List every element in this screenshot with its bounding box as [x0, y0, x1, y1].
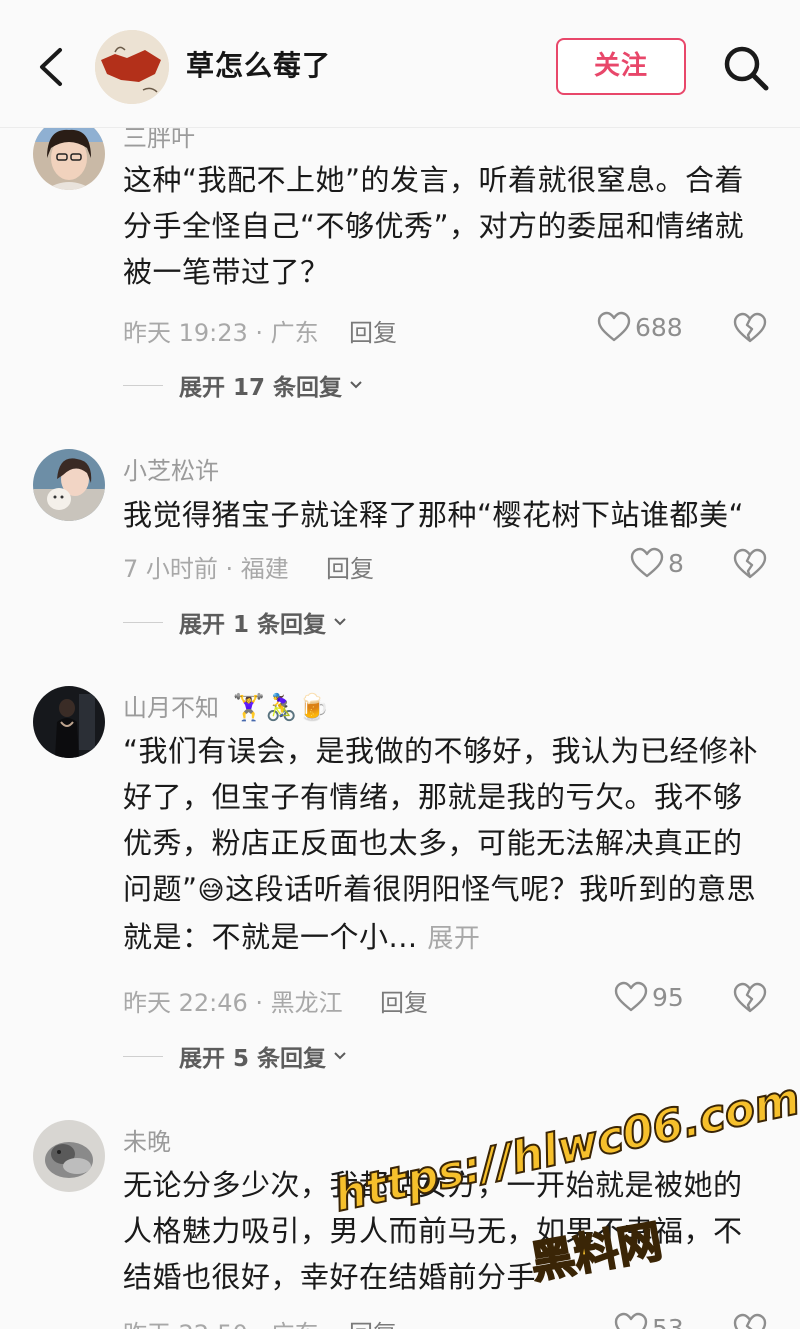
like-button[interactable]: 95 [614, 981, 684, 1013]
comment-feed: 三胖叶 这种“我配不上她”的发言，听着就很窒息。合着分手全怪自己“不够优秀”，对… [0, 0, 800, 1329]
heart-icon [630, 547, 664, 578]
reply-button[interactable]: 回复 [326, 549, 374, 584]
grin-sweat-emoji: 😅 [197, 876, 226, 906]
comment-meta: 7 小时前 · 福建 [123, 555, 289, 583]
expand-replies-label: 展开 5 条回复 [179, 1046, 327, 1072]
comment-meta: 昨天 22:46 · 黑龙江 [123, 989, 343, 1017]
comment-meta: 昨天 22:50 · 广东 [123, 1314, 319, 1329]
comment-avatar[interactable] [33, 686, 105, 758]
chevron-down-icon [334, 1052, 346, 1060]
broken-heart-icon[interactable] [733, 981, 767, 1015]
back-arrow-icon[interactable] [30, 42, 74, 92]
heart-icon [597, 311, 631, 342]
comment-username-text: 山月不知 [123, 694, 219, 722]
chevron-down-icon [350, 381, 362, 389]
comment-username[interactable]: 山月不知 🏋️‍♀️🚴‍♀️🍺 [123, 688, 330, 723]
expand-replies-button[interactable]: 展开 17 条回复 [123, 368, 364, 402]
like-button[interactable]: 8 [630, 547, 684, 579]
comment-text: 我觉得猪宝子就诠释了那种“樱花树下站谁都美“ [123, 498, 745, 532]
search-icon[interactable] [718, 40, 774, 96]
comment-avatar[interactable] [33, 118, 105, 190]
like-count: 8 [668, 548, 684, 578]
expand-replies-button[interactable]: 展开 5 条回复 [123, 1039, 348, 1073]
comment-username[interactable]: 小芝松许 [123, 451, 219, 486]
expand-text-link[interactable]: 展开 [427, 924, 480, 954]
heart-icon [614, 981, 648, 1012]
reply-button[interactable]: 回复 [349, 313, 397, 348]
like-count: 688 [635, 312, 683, 342]
comment-text: “我们有误会，是我做的不够好，我认为已经修补好了，但宝子有情绪，那就是我的亏欠。… [123, 728, 763, 962]
comment-text: 无论分多少次，我都站女方，一开始就是被她的人格魅力吸引，男人而前马无，如果不幸福… [123, 1168, 743, 1294]
reply-button[interactable]: 回复 [349, 1314, 397, 1329]
broken-heart-icon[interactable] [733, 1312, 767, 1329]
comment-username[interactable]: 未晚 [123, 1122, 171, 1157]
like-count: 95 [652, 982, 684, 1012]
heart-icon [614, 1312, 648, 1329]
comment-text: 这种“我配不上她”的发言，听着就很窒息。合着分手全怪自己“不够优秀”，对方的委屈… [123, 163, 745, 289]
like-button[interactable]: 688 [597, 311, 683, 343]
follow-button[interactable]: 关注 [556, 38, 686, 95]
like-button[interactable]: 53 [614, 1312, 684, 1329]
expand-replies-button[interactable]: 展开 1 条回复 [123, 605, 348, 639]
chevron-down-icon [334, 618, 346, 626]
broken-heart-icon[interactable] [733, 547, 767, 581]
comment-avatar[interactable] [33, 1120, 105, 1192]
like-count: 53 [652, 1313, 684, 1329]
profile-avatar[interactable] [95, 30, 169, 104]
expand-replies-label: 展开 17 条回复 [179, 375, 343, 401]
page-title: 草怎么莓了 [186, 49, 332, 82]
top-bar: 草怎么莓了 关注 [0, 0, 800, 128]
expand-divider [123, 621, 163, 623]
username-emojis: 🏋️‍♀️🚴‍♀️🍺 [232, 693, 330, 723]
comment-avatar[interactable] [33, 449, 105, 521]
comment-meta: 昨天 19:23 · 广东 [123, 319, 319, 347]
reply-button[interactable]: 回复 [380, 983, 428, 1018]
expand-divider [123, 384, 163, 386]
broken-heart-icon[interactable] [733, 311, 767, 345]
expand-replies-label: 展开 1 条回复 [179, 612, 327, 638]
expand-divider [123, 1055, 163, 1057]
